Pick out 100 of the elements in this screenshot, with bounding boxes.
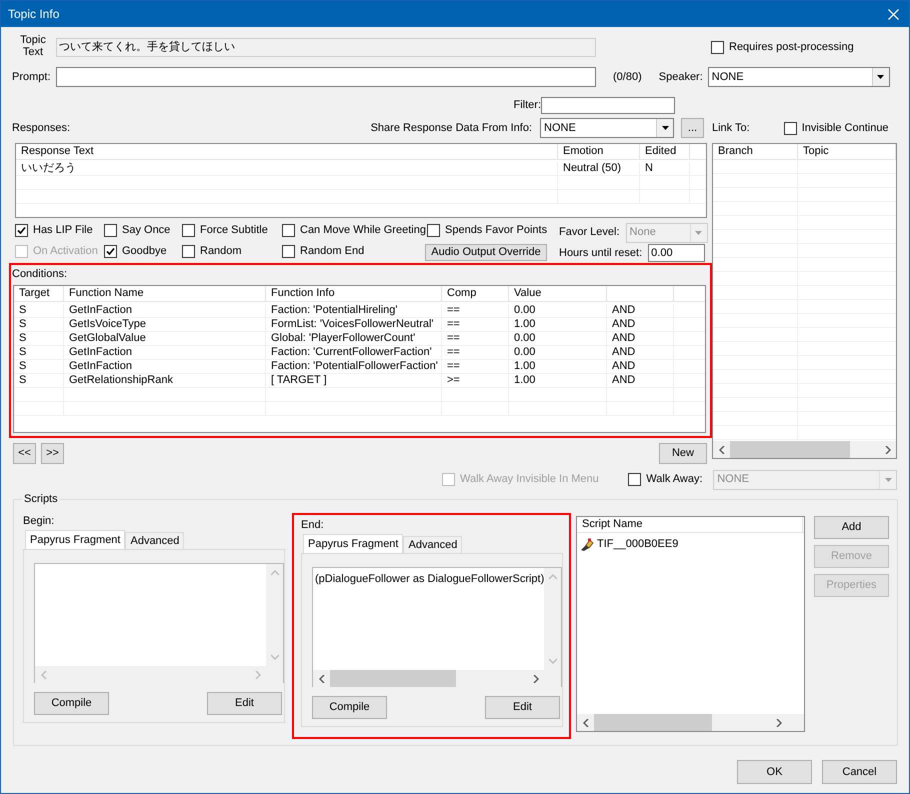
table-cell: == [442, 346, 509, 359]
column-header[interactable]: Target [14, 286, 64, 301]
scroll-right-icon [884, 446, 890, 454]
checkbox[interactable]: Spends Favor Points [427, 223, 557, 238]
column-header[interactable]: Value [509, 286, 607, 301]
table-cell: >= [442, 374, 509, 387]
checkbox-square[interactable] [282, 224, 295, 237]
table-cell: S [14, 346, 64, 359]
checkbox-square[interactable] [182, 224, 195, 237]
table-cell: Faction: 'PotentialFollowerFaction' [266, 360, 442, 373]
button[interactable]: Edit [485, 696, 560, 719]
button[interactable]: New [659, 443, 707, 464]
button[interactable]: << [13, 443, 36, 464]
button[interactable]: Compile [312, 696, 387, 719]
table-cell: GetInFaction [64, 346, 266, 359]
text-field[interactable]: 0.00 [648, 244, 706, 262]
text-field[interactable]: ついて来てくれ。手を貸してほしい [56, 38, 596, 57]
button[interactable]: Audio Output Override [425, 244, 547, 261]
check-icon [106, 247, 115, 256]
dropdown[interactable]: NONE [708, 67, 890, 87]
checkbox-square[interactable] [711, 40, 724, 54]
table-cell: AND [607, 304, 674, 317]
checkbox-square[interactable] [282, 245, 295, 258]
scroll-right-icon [532, 674, 538, 682]
table-cell: AND [607, 374, 674, 387]
table-cell: Global: 'PlayerFollowerCount' [266, 332, 442, 345]
button[interactable]: OK [737, 760, 812, 784]
column-header[interactable]: Function Info [266, 286, 442, 301]
dropdown[interactable]: NONE [540, 118, 674, 138]
checkbox-square[interactable] [427, 224, 440, 237]
button[interactable]: ... [681, 118, 704, 138]
checkbox[interactable]: Has LIP File [15, 223, 104, 238]
list-item[interactable]: TIF__000B0EE9 [597, 536, 678, 552]
table-cell: == [442, 332, 509, 345]
table-cell: GetInFaction [64, 360, 266, 373]
checkbox[interactable]: Say Once [104, 223, 182, 238]
scroll-up-icon [548, 574, 556, 580]
checkbox-square[interactable] [15, 224, 28, 237]
button[interactable]: Edit [207, 692, 282, 715]
tab[interactable]: Papyrus Fragment [303, 534, 404, 553]
scroll-down-icon [548, 658, 556, 664]
table-cell: AND [607, 346, 674, 359]
group-label: Scripts [22, 492, 60, 506]
horizontal-scrollbar[interactable] [713, 441, 896, 458]
table-cell: 1.00 [509, 374, 607, 387]
field-label: Link To: [712, 120, 750, 136]
script-icon [580, 538, 594, 550]
checkbox-square[interactable] [104, 245, 117, 258]
dropdown-arrow-icon [884, 478, 892, 482]
column-header[interactable]: Comp [442, 286, 509, 301]
checkbox[interactable]: Random [182, 244, 282, 259]
horizontal-scrollbar[interactable] [313, 670, 544, 687]
tab[interactable]: Advanced [125, 532, 184, 549]
input-field[interactable] [56, 67, 596, 87]
dropdown-arrow-icon [695, 230, 702, 234]
section-label: Conditions: [11, 267, 68, 280]
button[interactable]: Compile [34, 692, 109, 715]
button[interactable]: Cancel [822, 760, 897, 784]
filter-field[interactable] [541, 96, 675, 114]
checkbox[interactable]: Invisible Continue [784, 120, 889, 136]
column-header[interactable]: Script Name [577, 517, 803, 532]
tab[interactable]: Papyrus Fragment [25, 530, 126, 549]
field-label: Prompt: [12, 70, 52, 85]
vertical-scrollbar[interactable] [266, 564, 283, 666]
table-cell: AND [607, 332, 674, 345]
scroll-left-icon [40, 670, 46, 678]
table-cell: S [14, 360, 64, 373]
scroll-left-icon [718, 446, 724, 454]
checkbox[interactable]: Requires post-processing [711, 39, 854, 56]
checkbox[interactable]: Can Move While Greeting [282, 223, 427, 238]
table-cell: S [14, 318, 64, 331]
table-cell: Faction: 'PotentialHireling' [266, 304, 442, 317]
column-header[interactable]: Emotion [558, 144, 640, 159]
column-header[interactable]: Branch [713, 144, 798, 159]
table-cell: 1.00 [509, 318, 607, 331]
checkbox[interactable]: Force Subtitle [182, 223, 282, 238]
section-label: Responses: [12, 120, 70, 136]
column-header[interactable]: Response Text [16, 144, 558, 159]
scroll-left-icon [582, 718, 588, 726]
horizontal-scrollbar[interactable] [577, 714, 787, 731]
character-count: (0/80) [613, 70, 642, 85]
field-label: Share Response Data From Info: [370, 120, 532, 136]
table-cell: AND [607, 318, 674, 331]
tab[interactable]: Advanced [403, 536, 462, 553]
checkbox[interactable]: Random End [282, 244, 427, 259]
button[interactable]: Add [814, 516, 889, 539]
table-cell: N [640, 162, 690, 175]
column-header[interactable]: Edited [640, 144, 690, 159]
checkbox[interactable]: Goodbye [104, 244, 182, 259]
checkbox-square[interactable] [784, 122, 797, 134]
button[interactable]: >> [41, 443, 64, 464]
code-editor[interactable]: (pDialogueFollower as DialogueFollowerScript) [312, 567, 562, 687]
checkbox-square[interactable] [182, 245, 195, 258]
column-header[interactable]: Topic [798, 144, 896, 159]
checkbox-square[interactable] [104, 224, 117, 237]
field-label: Filter: [514, 98, 541, 113]
column-header[interactable]: Function Name [64, 286, 266, 301]
dropdown-arrow-icon [662, 126, 668, 130]
close-icon [888, 8, 899, 20]
vertical-scrollbar[interactable] [544, 568, 561, 670]
